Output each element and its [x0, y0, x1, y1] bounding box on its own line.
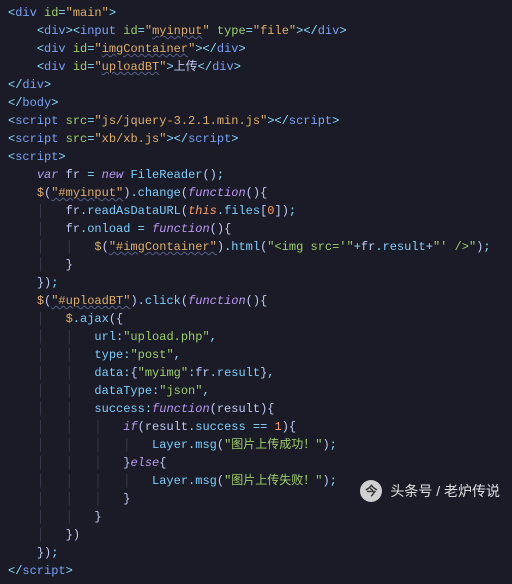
datatype-val: "json": [159, 384, 202, 398]
fail-msg: "图片上传失败！": [224, 474, 322, 488]
watermark-text: 头条号 / 老炉传说: [390, 481, 500, 502]
new-kw: new: [102, 168, 124, 182]
jquery-src: js/jquery-3.2.1.min.js: [102, 114, 260, 128]
sel-container: "#imgContainer": [109, 240, 217, 254]
input-type: file: [260, 24, 289, 38]
zero: 0: [267, 204, 274, 218]
readasdataurl: readAsDataURL: [87, 204, 181, 218]
html-method: html: [231, 240, 260, 254]
sel-input: "#myinput": [51, 186, 123, 200]
sel-upload: "#uploadBT": [51, 294, 130, 308]
this-kw: this: [188, 204, 217, 218]
upload-text: 上传: [174, 60, 198, 74]
change-method: change: [138, 186, 181, 200]
click-method: click: [145, 294, 181, 308]
id-uploadbt: uploadBT: [102, 60, 160, 74]
ajax: ajax: [80, 312, 109, 326]
type-val: "post": [130, 348, 173, 362]
filereader: FileReader: [130, 168, 202, 182]
files-prop: files: [224, 204, 260, 218]
url-val: "upload.php": [123, 330, 209, 344]
id-myinput: myinput: [152, 24, 202, 38]
func-kw: function: [188, 186, 246, 200]
success-msg: "图片上传成功！": [224, 438, 322, 452]
var-kw: var: [37, 168, 59, 182]
onload: onload: [87, 222, 130, 236]
fr-var: fr: [66, 168, 80, 182]
watermark: 今 头条号 / 老炉传说: [360, 480, 500, 502]
watermark-logo-icon: 今: [360, 480, 382, 502]
layer: Layer: [152, 438, 188, 452]
id-imgcontainer: imgContainer: [102, 42, 188, 56]
else-kw: else: [130, 456, 159, 470]
one: 1: [275, 420, 282, 434]
id-main: main: [73, 6, 102, 20]
if-kw: if: [123, 420, 137, 434]
xb-src: xb/xb.js: [102, 132, 160, 146]
